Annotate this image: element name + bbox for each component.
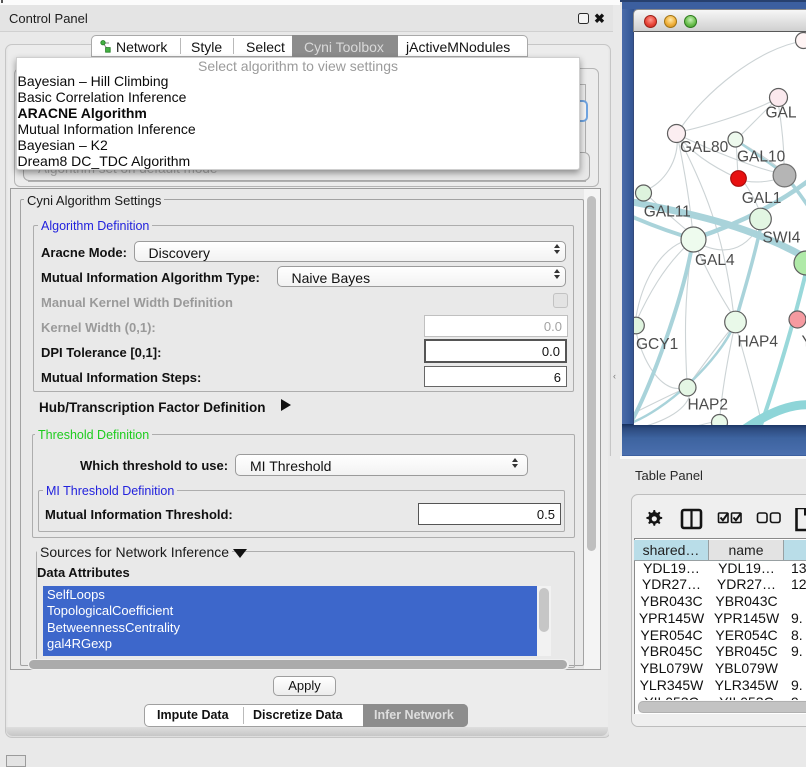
svg-text:GAL10: GAL10 bbox=[737, 149, 786, 166]
svg-text:GAL1: GAL1 bbox=[742, 190, 782, 207]
svg-text:GAL: GAL bbox=[766, 105, 797, 122]
svg-text:GCY1: GCY1 bbox=[636, 336, 678, 353]
svg-text:Y: Y bbox=[802, 334, 806, 351]
svg-text:HAP2: HAP2 bbox=[688, 397, 729, 414]
svg-text:HAP4: HAP4 bbox=[738, 334, 779, 351]
svg-text:GAL80: GAL80 bbox=[680, 139, 729, 156]
svg-text:GAL4: GAL4 bbox=[695, 252, 735, 269]
svg-text:GAL11: GAL11 bbox=[644, 204, 691, 221]
svg-text:SWI4: SWI4 bbox=[763, 230, 801, 247]
